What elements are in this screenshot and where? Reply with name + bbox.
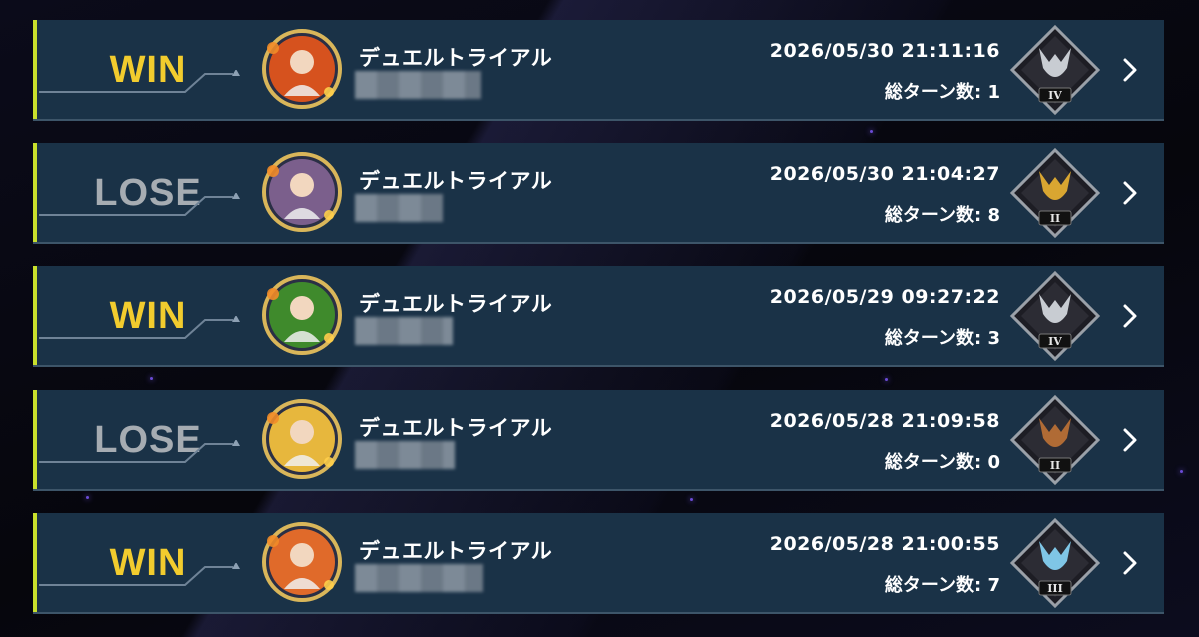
chevron-right-icon[interactable] <box>1121 56 1139 84</box>
opponent-name-redacted <box>355 441 455 469</box>
result-underline-decoration <box>39 440 240 463</box>
opponent-avatar <box>262 152 342 232</box>
total-turns: 総ターン数: 0 <box>884 452 1000 473</box>
game-mode-label: デュエルトライアル <box>359 292 553 316</box>
result-underline-decoration <box>39 316 240 339</box>
opponent-avatar <box>262 29 342 109</box>
match-datetime: 2026/05/28 21:00:55 <box>769 533 1000 555</box>
battle-record-row[interactable]: WIN デュエルトライアル 2026/05/29 09:27:22 総ターン数:… <box>33 266 1164 367</box>
total-turns: 総ターン数: 7 <box>884 575 1000 596</box>
bee-rank-icon: II <box>1009 394 1101 486</box>
battle-record-row[interactable]: WIN デュエルトライアル 2026/05/28 21:00:55 総ターン数:… <box>33 513 1164 614</box>
result-underline-decoration <box>39 70 240 93</box>
battle-record-row[interactable]: LOSE デュエルトライアル 2026/05/28 21:09:58 総ターン数… <box>33 390 1164 491</box>
match-datetime: 2026/05/30 21:11:16 <box>769 40 1000 62</box>
stag-rank-icon: IV <box>1009 24 1101 116</box>
match-datetime: 2026/05/29 09:27:22 <box>769 286 1000 308</box>
eagle-rank-icon: II <box>1009 147 1101 239</box>
opponent-avatar <box>262 399 342 479</box>
opponent-name-redacted <box>355 564 483 592</box>
chevron-right-icon[interactable] <box>1121 302 1139 330</box>
svg-text:II: II <box>1050 212 1060 225</box>
svg-text:II: II <box>1050 459 1060 472</box>
opponent-name-redacted <box>355 317 453 345</box>
opponent-avatar <box>262 522 342 602</box>
wolf-rank-icon: III <box>1009 517 1101 609</box>
battle-history-list: WIN デュエルトライアル 2026/05/30 21:11:16 総ターン数:… <box>0 0 1199 637</box>
match-datetime: 2026/05/28 21:09:58 <box>769 410 1000 432</box>
svg-text:III: III <box>1047 582 1062 595</box>
result-underline-decoration <box>39 193 240 216</box>
result-underline-decoration <box>39 563 240 586</box>
stag-rank-icon: IV <box>1009 270 1101 362</box>
chevron-right-icon[interactable] <box>1121 549 1139 577</box>
svg-text:IV: IV <box>1048 335 1062 348</box>
total-turns: 総ターン数: 3 <box>884 328 1000 349</box>
game-mode-label: デュエルトライアル <box>359 416 553 440</box>
total-turns: 総ターン数: 1 <box>884 82 1000 103</box>
chevron-right-icon[interactable] <box>1121 179 1139 207</box>
match-datetime: 2026/05/30 21:04:27 <box>769 163 1000 185</box>
total-turns: 総ターン数: 8 <box>884 205 1000 226</box>
game-mode-label: デュエルトライアル <box>359 169 553 193</box>
game-mode-label: デュエルトライアル <box>359 539 553 563</box>
opponent-name-redacted <box>355 194 443 222</box>
svg-text:IV: IV <box>1048 89 1062 102</box>
chevron-right-icon[interactable] <box>1121 426 1139 454</box>
game-mode-label: デュエルトライアル <box>359 46 553 70</box>
battle-record-row[interactable]: WIN デュエルトライアル 2026/05/30 21:11:16 総ターン数:… <box>33 20 1164 121</box>
battle-record-row[interactable]: LOSE デュエルトライアル 2026/05/30 21:04:27 総ターン数… <box>33 143 1164 244</box>
opponent-name-redacted <box>355 71 481 99</box>
opponent-avatar <box>262 275 342 355</box>
